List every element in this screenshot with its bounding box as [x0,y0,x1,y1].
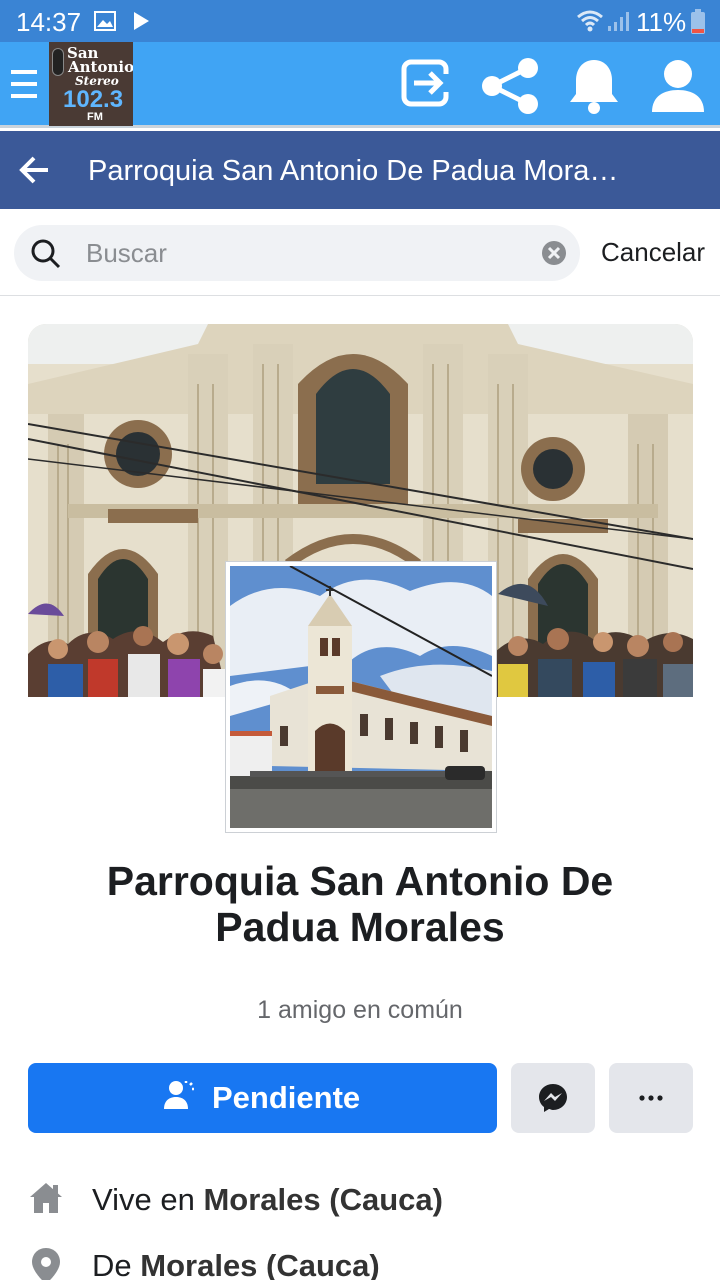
search-box[interactable] [14,225,580,281]
pending-request-button[interactable]: Pendiente [28,1063,497,1133]
home-icon [30,1183,62,1213]
microphone-icon [52,48,64,76]
search-input[interactable] [86,233,526,273]
search-icon [31,239,61,269]
battery-icon [691,9,705,34]
radio-logo[interactable]: San Antonio Stereo 102.3 FM [49,42,133,126]
pending-label: Pendiente [212,1080,361,1115]
exit-icon[interactable] [400,56,454,110]
mutual-friends-link[interactable]: 1 amigo en común [0,996,720,1025]
wifi-icon [577,10,603,32]
image-notification-icon [94,11,116,31]
status-bar: 14:37 11% [0,0,720,42]
info-prefix: Vive en [92,1182,195,1217]
info-prefix: De [92,1248,132,1280]
more-options-button[interactable] [609,1063,693,1133]
back-arrow-icon[interactable] [18,153,52,187]
search-row: Cancelar [0,209,720,296]
info-row-from[interactable]: De Morales (Cauca) [28,1236,708,1280]
cancel-button[interactable]: Cancelar [601,237,705,268]
clear-icon[interactable] [541,240,567,266]
profile-name: Parroquia San Antonio De Padua Morales [106,858,614,950]
profile-picture[interactable] [226,562,496,832]
more-icon [639,1095,663,1101]
bell-icon[interactable] [566,56,622,116]
signal-icon [608,12,629,31]
messenger-button[interactable] [511,1063,595,1133]
play-notification-icon [134,12,149,30]
info-row-lives-in[interactable]: Vive en Morales (Cauca) [28,1170,708,1230]
location-pin-icon [32,1248,60,1280]
person-pending-icon [164,1081,194,1109]
app-toolbar: San Antonio Stereo 102.3 FM [0,42,720,128]
profile-image [230,566,492,828]
info-value[interactable]: Morales (Cauca) [140,1248,379,1280]
page-title: Parroquia San Antonio De Padua Mora… [88,155,619,187]
logo-frequency: 102.3 [63,86,124,113]
battery-percent: 11% [636,7,687,37]
share-icon[interactable] [480,56,540,116]
info-value[interactable]: Morales (Cauca) [203,1182,442,1217]
messenger-icon [539,1084,567,1112]
menu-icon[interactable] [8,64,40,104]
logo-band: FM [87,111,103,123]
user-icon[interactable] [648,56,708,116]
status-time: 14:37 [16,7,82,37]
page-header: Parroquia San Antonio De Padua Mora… [0,131,720,209]
